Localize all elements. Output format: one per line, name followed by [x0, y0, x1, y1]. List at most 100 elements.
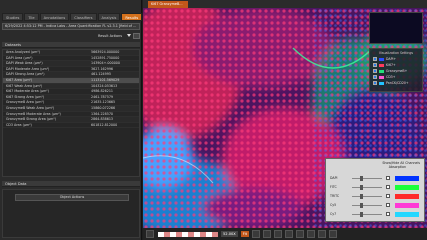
channel-row[interactable]: PanCK/CD20+	[373, 81, 422, 85]
channel-row[interactable]: DAPI+	[373, 57, 422, 61]
tab-studies[interactable]: Studies	[2, 13, 24, 21]
channel-color-swatch	[379, 69, 384, 73]
channel-checkbox[interactable]	[373, 75, 377, 79]
channel-color-bar[interactable]	[395, 211, 419, 217]
channel-visibility-checkbox[interactable]	[386, 212, 390, 216]
measurement-name: Ki67 Strong Area (µm²)	[6, 94, 45, 99]
measurement-name: GranzymeB Weak Area (µm²)	[6, 105, 55, 110]
channel-color-bar[interactable]	[395, 175, 419, 181]
intensity-slider[interactable]	[352, 202, 382, 208]
channel-visibility-checkbox[interactable]	[386, 185, 390, 189]
channel-label: DAPI+	[386, 57, 397, 61]
channel-label: Ki67+	[386, 63, 396, 67]
measurement-value: 1364.228570	[91, 111, 114, 116]
datasets-header: Datasets	[2, 42, 140, 48]
measurement-value: 104324.053613	[91, 83, 118, 88]
measurement-name: GranzymeB Strong Area (µm²)	[6, 117, 57, 122]
object-data-panel: Object Actions	[2, 189, 140, 238]
intensity-slider[interactable]	[352, 175, 382, 181]
channel-row[interactable]: CD3+	[373, 75, 422, 79]
channel-checkbox[interactable]	[373, 69, 377, 73]
channel-checkbox[interactable]	[373, 57, 377, 61]
measurement-value: 4986.826211	[91, 89, 114, 94]
intensity-slider[interactable]	[352, 184, 382, 190]
measurement-value: 601812.812000	[91, 122, 118, 127]
channel-label: PanCK/CD20+	[386, 81, 409, 85]
measurement-name: GranzymeB Moderate Area (µm²)	[6, 111, 61, 116]
tab-results[interactable]: Results	[121, 13, 143, 21]
slider-handle[interactable]	[360, 202, 363, 208]
result-file-select[interactable]: 6/29/2022 4:53:12 PM - Indica Labs - Are…	[2, 23, 140, 30]
viewer-tab[interactable]: Ki67 GranzymeB...	[148, 1, 188, 8]
measurement-value: 21635.123665	[91, 100, 116, 105]
channel-visibility-checkbox[interactable]	[386, 194, 390, 198]
measurement-value: 1113101.569029	[91, 77, 120, 82]
measurement-name: CD3 Area (µm²)	[6, 122, 32, 127]
measurement-value: 461.124995	[91, 72, 111, 77]
overview-thumbnail[interactable]	[369, 12, 423, 44]
tab-classifiers[interactable]: Classifiers	[70, 13, 97, 21]
slider-handle[interactable]	[360, 175, 363, 181]
channel-color-bar[interactable]	[395, 193, 419, 199]
measurement-name: DAPI Moderate Area (µm²)	[6, 66, 50, 71]
polygon-icon[interactable]	[295, 230, 304, 238]
zoom-level[interactable]: 52.00X	[221, 231, 238, 237]
image-viewer[interactable]: Ki67 GranzymeB... Visualization Settings…	[143, 0, 427, 240]
measurement-name: DAPI Strong Area (µm²)	[6, 72, 45, 77]
tab-tile[interactable]: Tile	[24, 13, 39, 21]
object-actions-button[interactable]: Object Actions	[15, 194, 129, 201]
left-panel: Studies Tile Annotations Classifiers Analysi…	[0, 0, 143, 240]
histogram-channel-row: FITC	[330, 184, 424, 190]
pen-icon[interactable]	[262, 230, 271, 238]
measurement-name: Ki67 Moderate Area (µm²)	[6, 89, 49, 94]
export-icon[interactable]	[133, 32, 140, 39]
viewer-toolbar: 52.00X Fit	[143, 228, 427, 240]
rectangle-icon[interactable]	[273, 230, 282, 238]
measurement-value: 15860.072266	[91, 105, 116, 110]
histogram-channel-label: FITC	[330, 185, 337, 189]
channel-color-bar[interactable]	[395, 202, 419, 208]
histogram-channel-row: TRITC	[330, 193, 424, 199]
text-icon[interactable]	[317, 230, 326, 238]
chevron-down-icon[interactable]	[127, 34, 131, 37]
slider-handle[interactable]	[360, 184, 363, 190]
slider-handle[interactable]	[360, 193, 363, 199]
intensity-slider[interactable]	[352, 211, 382, 217]
channel-row[interactable]: GranzymeB+	[373, 69, 422, 73]
tab-bar: Studies Tile Annotations Classifiers Analysi…	[2, 13, 143, 21]
channel-color-bar[interactable]	[395, 184, 419, 190]
result-actions-row: Result Actions	[2, 32, 140, 39]
measurement-value: 2461.787579	[91, 94, 114, 99]
tab-annotations[interactable]: Annotations	[39, 13, 70, 21]
table-row[interactable]: CD3 Area (µm²) 601812.812000	[3, 123, 139, 129]
measurement-name: Ki67 Area (µm²)	[6, 77, 33, 82]
channel-checkbox[interactable]	[373, 81, 377, 85]
measurement-value: 1452891.750000	[91, 55, 120, 60]
ruler-icon[interactable]	[306, 230, 315, 238]
slider-handle[interactable]	[360, 211, 363, 217]
intensity-slider[interactable]	[352, 193, 382, 199]
fit-button[interactable]: Fit	[240, 231, 249, 237]
eraser-icon[interactable]	[328, 230, 337, 238]
measurement-value: 143904+.000000	[91, 61, 120, 66]
channel-label: GranzymeB+	[386, 69, 408, 73]
result-actions-button[interactable]: Result Actions	[95, 34, 125, 38]
histogram-channel-label: Cy5	[330, 203, 337, 207]
histogram-channel-label: DAPI	[330, 176, 338, 180]
histogram-channel-label: Cy7	[330, 212, 337, 216]
camera-icon[interactable]	[146, 230, 154, 238]
channel-row[interactable]: Ki67+	[373, 63, 422, 67]
measurement-value: 3627.162996	[91, 66, 114, 71]
channel-checkbox[interactable]	[373, 63, 377, 67]
channel-legend: Visualization Settings DAPI+ Ki67+ Granzym…	[369, 48, 423, 92]
channel-color-swatch	[379, 57, 384, 61]
pan-icon[interactable]	[251, 230, 260, 238]
channel-visibility-checkbox[interactable]	[386, 176, 390, 180]
measurement-name: DAPI Weak Area (µm²)	[6, 61, 43, 66]
measurement-name: Ki67 Weak Area (µm²)	[6, 83, 43, 88]
tab-analysis[interactable]: Analysis	[97, 13, 121, 21]
viewer-tab-bar: Ki67 GranzymeB...	[143, 0, 427, 8]
channel-visibility-checkbox[interactable]	[386, 203, 390, 207]
object-data-header: Object Data	[2, 181, 140, 187]
ellipse-icon[interactable]	[284, 230, 293, 238]
